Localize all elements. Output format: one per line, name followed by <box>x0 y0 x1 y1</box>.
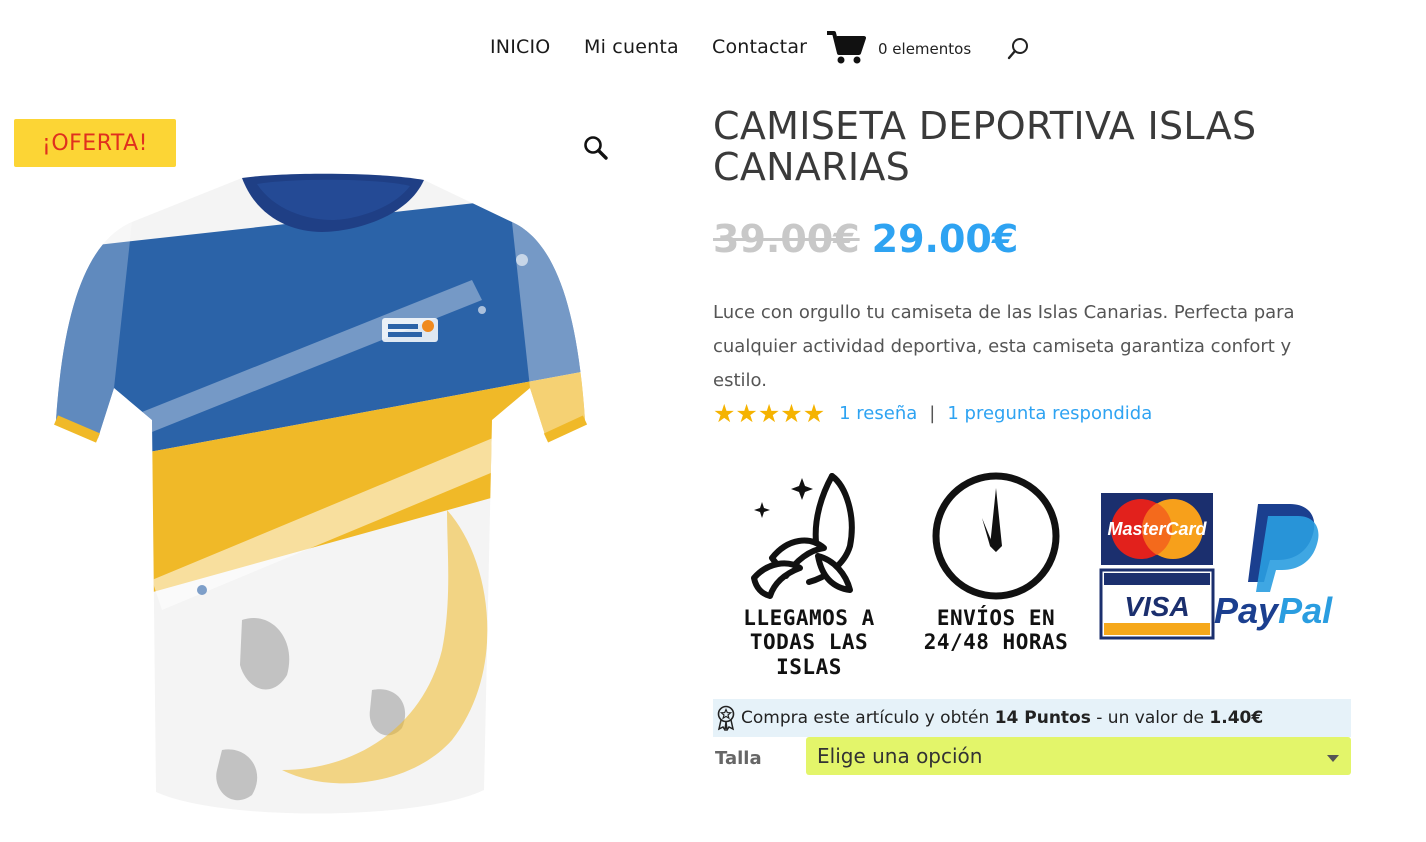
badge-shipping: ENVÍOS EN 24/48 HORAS <box>916 466 1076 656</box>
points-text-prefix: Compra este artículo y obtén <box>741 708 995 728</box>
questions-link[interactable]: 1 pregunta respondida <box>947 403 1152 424</box>
size-select-value: Elige una opción <box>817 744 983 768</box>
badge-islands-line1: LLEGAMOS A <box>743 606 875 630</box>
rating-row: ★ ★ ★ ★ ★ 1 reseña | 1 pregunta respondi… <box>713 398 1152 428</box>
payment-methods: MasterCard VISA PayPal <box>1099 493 1333 640</box>
nav-item-contactar[interactable]: Contactar <box>712 36 807 58</box>
badge-islands-line2: TODAS LAS ISLAS <box>749 630 869 679</box>
price-sale: 29.00€ <box>871 217 1019 261</box>
star-rating: ★ ★ ★ ★ ★ <box>713 401 825 426</box>
badge-islands: LLEGAMOS A TODAS LAS ISLAS <box>714 466 904 679</box>
points-value: 1.40€ <box>1209 708 1264 728</box>
star-icon: ★ <box>757 398 781 428</box>
product-image[interactable] <box>52 170 592 830</box>
shirt-logo <box>382 318 438 342</box>
product-description: Luce con orgullo tu camiseta de las Isla… <box>713 302 1295 391</box>
chevron-down-icon <box>1327 755 1339 762</box>
star-icon: ★ <box>713 398 736 428</box>
cart-count: 0 elementos <box>878 40 972 58</box>
svg-text:MasterCard: MasterCard <box>1107 519 1207 539</box>
product-price: 39.00€ 29.00€ <box>713 214 1018 264</box>
size-label: Talla <box>715 748 762 769</box>
banana-icon <box>751 473 855 599</box>
nav-item-mi-cuenta[interactable]: Mi cuenta <box>584 36 679 58</box>
main-navigation: INICIO Mi cuenta Contactar 0 elementos <box>0 28 1426 68</box>
award-icon <box>717 705 735 731</box>
clock-icon <box>932 472 1060 600</box>
star-icon: ★ <box>735 398 758 428</box>
svg-text:PayPal: PayPal <box>1214 590 1333 631</box>
points-notice: Compra este artículo y obtén 14 Puntos -… <box>713 699 1351 737</box>
mastercard-logo: MasterCard <box>1101 493 1213 565</box>
star-icon: ★ <box>780 398 803 428</box>
badge-shipping-line2: 24/48 HORAS <box>923 630 1069 654</box>
product-title: CAMISETA DEPORTIVA ISLAS CANARIAS <box>713 104 1257 189</box>
cart-icon <box>827 31 866 64</box>
visa-logo: VISA <box>1099 568 1215 640</box>
paypal-logo: PayPal <box>1214 504 1333 631</box>
price-original: 39.00€ <box>713 217 860 261</box>
badge-shipping-line1: ENVÍOS EN <box>936 606 1056 630</box>
points-amount: 14 Puntos <box>994 708 1091 728</box>
svg-text:VISA: VISA <box>1124 591 1189 622</box>
sale-badge: ¡OFERTA! <box>14 119 176 167</box>
reviews-link[interactable]: 1 reseña <box>839 403 917 424</box>
separator: | <box>929 402 936 424</box>
product-gallery: ¡OFERTA! <box>0 100 640 842</box>
search-icon[interactable] <box>1006 36 1032 62</box>
zoom-icon[interactable] <box>582 134 610 162</box>
size-select[interactable]: Elige una opción <box>806 737 1351 775</box>
star-icon: ★ <box>802 398 826 428</box>
cart-button[interactable]: 0 elementos <box>826 30 971 66</box>
nav-item-inicio[interactable]: INICIO <box>490 36 550 58</box>
points-text-middle: - un valor de <box>1090 708 1210 728</box>
